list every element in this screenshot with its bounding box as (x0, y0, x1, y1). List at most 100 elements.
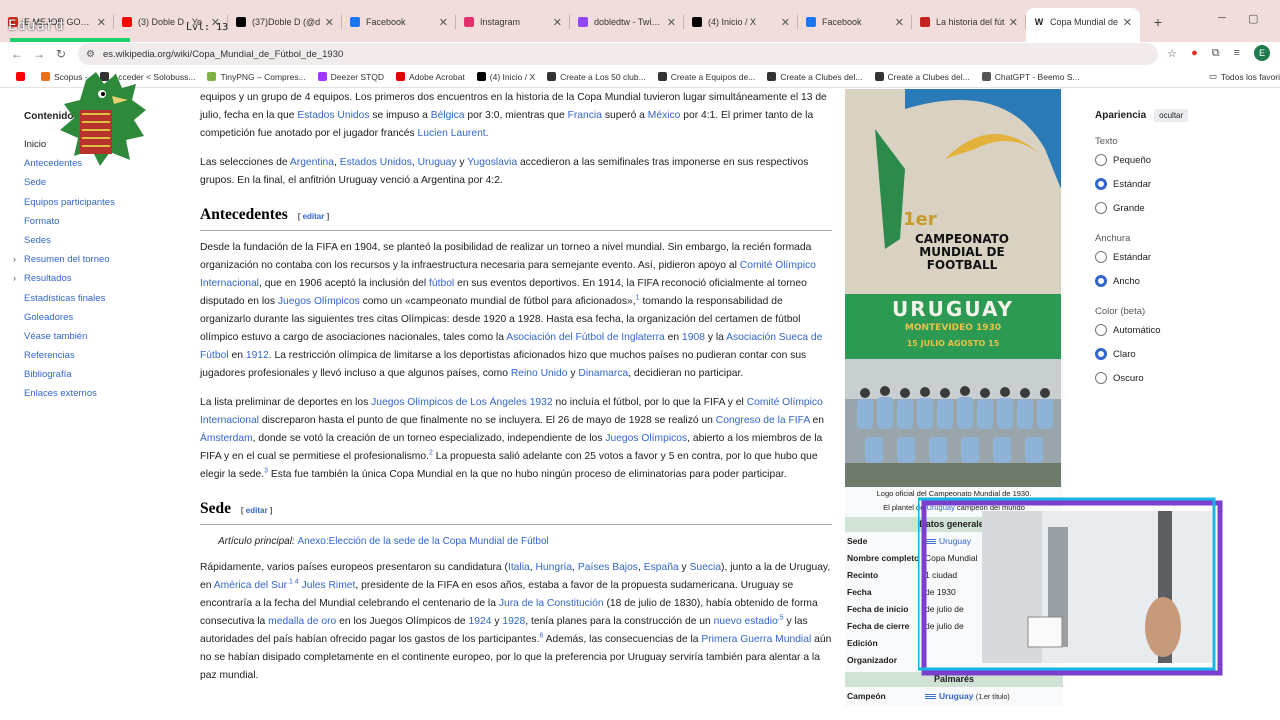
browser-tab[interactable]: W Copa Mundial de ✕ (1026, 8, 1140, 42)
appearance-option[interactable]: Ancho (1095, 270, 1255, 292)
link-jjoo-1932[interactable]: Juegos Olímpicos de Los Ángeles 1932 (371, 397, 552, 408)
appearance-option[interactable]: Estándar (1095, 246, 1255, 268)
close-tab-icon[interactable]: ✕ (1123, 16, 1132, 29)
bookmark-item[interactable]: Deezer STQD (317, 72, 384, 82)
edit-link[interactable]: editar (246, 506, 268, 515)
all-bookmarks-button[interactable]: ▭ Todos los favori (1209, 71, 1280, 82)
link-medalla-oro[interactable]: medalla de oro (268, 616, 336, 627)
link-estados-unidos[interactable]: Estados Unidos (297, 110, 369, 121)
bookmark-item[interactable] (16, 72, 29, 81)
toc-item[interactable]: › Resumen del torneo (13, 250, 164, 269)
link-dinamarca[interactable]: Dinamarca (578, 368, 628, 379)
appearance-option[interactable]: Automático (1095, 319, 1255, 341)
close-tab-icon[interactable]: ✕ (781, 16, 790, 29)
hide-button[interactable]: ocultar (1154, 109, 1189, 122)
link-congreso-fifa[interactable]: Congreso de la FIFA (716, 415, 810, 426)
team-photo[interactable] (845, 359, 1061, 487)
link-estados-unidos[interactable]: Estados Unidos (340, 157, 412, 168)
close-tab-icon[interactable]: ✕ (895, 16, 904, 29)
bookmark-item[interactable]: Create a Clubes del... (767, 72, 863, 82)
link-belgica[interactable]: Bélgica (431, 110, 465, 121)
link-juegos-olimpicos[interactable]: Juegos Olímpicos (278, 296, 360, 307)
close-tab-icon[interactable]: ✕ (439, 16, 448, 29)
bookmark-item[interactable]: TinyPNG – Compres... (207, 72, 306, 82)
link-1908[interactable]: 1908 (682, 332, 705, 343)
maximize-icon[interactable]: ▢ (1248, 12, 1258, 25)
browser-tab[interactable]: (37)Doble D (@d ✕ (228, 8, 342, 36)
link-hungria[interactable]: Hungría (535, 562, 572, 573)
link-reino-unido[interactable]: Reino Unido (511, 368, 568, 379)
browser-tab[interactable]: (4) Inicio / X ✕ (684, 8, 798, 36)
link-uruguay[interactable]: Uruguay (418, 157, 457, 168)
radio-icon[interactable] (1095, 202, 1107, 214)
link-francia[interactable]: Francia (568, 110, 602, 121)
reference-link[interactable]: 3 (264, 468, 268, 475)
radio-selected-icon[interactable] (1095, 178, 1107, 190)
poster-image[interactable]: 1er CAMPEONATO MUNDIAL DE FOOTBALL URUGU… (845, 89, 1061, 359)
close-tab-icon[interactable]: ✕ (97, 16, 106, 29)
back-icon[interactable]: ← (6, 47, 28, 61)
toc-item[interactable]: Goleadores (24, 308, 164, 327)
radio-selected-icon[interactable] (1095, 275, 1107, 287)
reference-link[interactable]: ,5 (778, 615, 784, 622)
toc-item[interactable]: Sedes (24, 231, 164, 250)
radio-icon[interactable] (1095, 251, 1107, 263)
radio-icon[interactable] (1095, 154, 1107, 166)
extension-icon[interactable]: ● (1191, 47, 1198, 59)
link-amsterdam[interactable]: Ámsterdam (200, 433, 253, 444)
link-1912[interactable]: 1912 (246, 350, 269, 361)
reference-link[interactable]: .1 4 (287, 579, 299, 586)
browser-tab[interactable]: Instagram ✕ (456, 8, 570, 36)
link-espana[interactable]: España (644, 562, 679, 573)
link-1924[interactable]: 1924 (469, 616, 492, 627)
bookmark-item[interactable]: Create a Los 50 club... (547, 72, 646, 82)
appearance-option[interactable]: Estándar (1095, 173, 1255, 195)
radio-icon[interactable] (1095, 372, 1107, 384)
appearance-option[interactable]: Grande (1095, 197, 1255, 219)
site-info-icon[interactable]: ⚙ (86, 49, 95, 60)
reference-link[interactable]: 2 (429, 450, 433, 457)
link-primera-guerra[interactable]: Primera Guerra Mundial (701, 634, 811, 645)
link-yugoslavia[interactable]: Yugoslavia (467, 157, 517, 168)
radio-selected-icon[interactable] (1095, 348, 1107, 360)
appearance-option[interactable]: Pequeño (1095, 149, 1255, 171)
media-icon[interactable]: ≡ (1234, 47, 1240, 59)
link-jura-constitucion[interactable]: Jura de la Constitución (499, 598, 604, 609)
link-afi[interactable]: Asociación del Fútbol de Inglaterra (506, 332, 665, 343)
link-italia[interactable]: Italia (508, 562, 530, 573)
minimize-icon[interactable]: ─ (1218, 12, 1226, 24)
toc-item[interactable]: Sede (24, 173, 164, 192)
url-input[interactable]: ⚙ es.wikipedia.org/wiki/Copa_Mundial_de_… (78, 43, 1158, 65)
close-tab-icon[interactable]: ✕ (553, 16, 562, 29)
reference-link[interactable]: 6 (539, 633, 543, 640)
toc-item[interactable]: Referencias (24, 346, 164, 365)
link-jules-rimet[interactable]: Jules Rimet (302, 580, 356, 591)
toc-item[interactable]: › Resultados (13, 269, 164, 288)
link-paises-bajos[interactable]: Países Bajos (578, 562, 638, 573)
toc-item[interactable]: Enlaces externos (24, 384, 164, 403)
toc-item[interactable]: Equipos participantes (24, 193, 164, 212)
bookmark-star-icon[interactable]: ☆ (1167, 47, 1177, 60)
close-tab-icon[interactable]: ✕ (667, 16, 676, 29)
edit-link[interactable]: editar (303, 212, 325, 221)
toc-item[interactable]: Formato (24, 212, 164, 231)
chevron-right-icon[interactable]: › (13, 250, 16, 269)
bookmark-item[interactable]: Create a Clubes del... (874, 72, 970, 82)
reload-icon[interactable]: ↻ (50, 47, 72, 61)
close-tab-icon[interactable]: ✕ (325, 16, 334, 29)
reference-link[interactable]: 1 (636, 295, 640, 302)
link-anexo-sede[interactable]: Anexo:Elección de la sede de la Copa Mun… (297, 536, 548, 547)
link-suecia[interactable]: Suecia (690, 562, 721, 573)
bookmark-item[interactable]: (4) Inicio / X (476, 72, 535, 82)
appearance-option[interactable]: Claro (1095, 343, 1255, 365)
link-juegos-olimpicos[interactable]: Juegos Olímpicos (605, 433, 687, 444)
bookmark-item[interactable]: Create a Equipos de... (657, 72, 755, 82)
appearance-option[interactable]: Oscuro (1095, 367, 1255, 389)
link-mexico[interactable]: México (648, 110, 681, 121)
browser-tab[interactable]: dobledtw - Twitch ✕ (570, 8, 684, 36)
bookmark-item[interactable]: Adobe Acrobat (396, 72, 465, 82)
link-futbol[interactable]: fútbol (429, 278, 454, 289)
close-tab-icon[interactable]: ✕ (1009, 16, 1018, 29)
new-tab-button[interactable]: + (1146, 8, 1170, 36)
toc-item[interactable]: Véase también (24, 327, 164, 346)
